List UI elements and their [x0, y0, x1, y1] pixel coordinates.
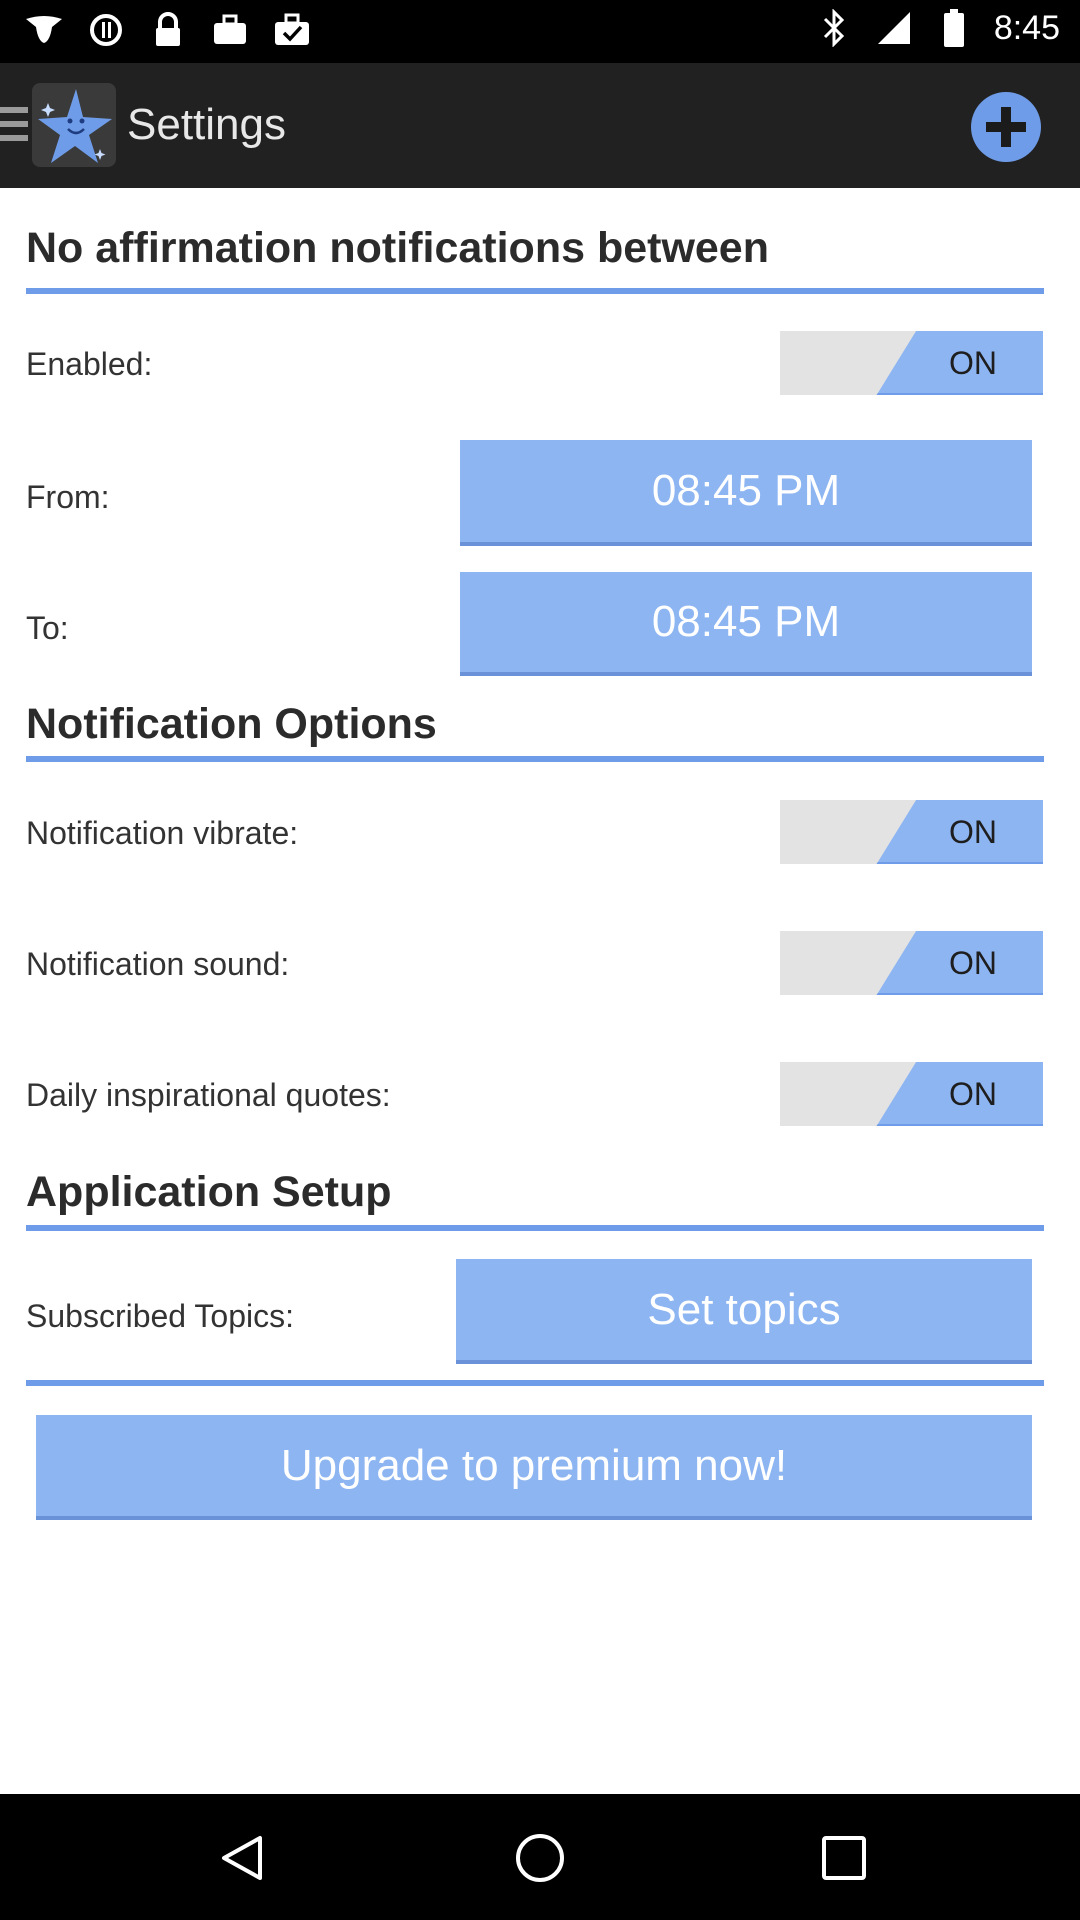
- vibrate-label: Notification vibrate:: [26, 815, 299, 851]
- back-icon[interactable]: [216, 1832, 268, 1884]
- upgrade-premium-button[interactable]: Upgrade to premium now!: [36, 1415, 1032, 1520]
- section-divider: [26, 1225, 1044, 1231]
- toggle-state: ON: [949, 813, 997, 850]
- home-icon[interactable]: [514, 1832, 566, 1884]
- topics-label: Subscribed Topics:: [26, 1298, 294, 1334]
- toggle-state: ON: [949, 944, 997, 981]
- recents-icon[interactable]: [818, 1832, 870, 1884]
- to-time-button[interactable]: 08:45 PM: [460, 572, 1032, 676]
- section-divider: [26, 756, 1044, 762]
- toggle-state: ON: [949, 1075, 997, 1112]
- quotes-toggle[interactable]: ON: [780, 1062, 1043, 1126]
- lock-icon: [148, 10, 188, 50]
- add-button[interactable]: [970, 91, 1042, 163]
- sync-icon: [86, 10, 126, 50]
- section-divider: [26, 1380, 1044, 1386]
- battery-icon: [934, 8, 974, 48]
- to-label: To:: [26, 610, 69, 646]
- enabled-toggle[interactable]: ON: [780, 331, 1043, 395]
- enabled-label: Enabled:: [26, 346, 153, 382]
- quotes-label: Daily inspirational quotes:: [26, 1077, 391, 1113]
- navigation-bar: [0, 1794, 1080, 1920]
- toggle-state: ON: [949, 344, 997, 381]
- set-topics-button[interactable]: Set topics: [456, 1259, 1032, 1364]
- from-time-button[interactable]: 08:45 PM: [460, 440, 1032, 546]
- from-label: From:: [26, 479, 110, 515]
- star-logo-icon[interactable]: [32, 83, 116, 167]
- page-title: Settings: [127, 100, 286, 149]
- signal-icon: [874, 8, 914, 48]
- notification-icon: [24, 10, 64, 50]
- menu-icon[interactable]: [0, 107, 28, 143]
- vibrate-toggle[interactable]: ON: [780, 800, 1043, 864]
- section-divider: [26, 288, 1044, 294]
- briefcase-check-icon: [272, 10, 312, 50]
- section-title-application-setup: Application Setup: [26, 1168, 392, 1216]
- sound-toggle[interactable]: ON: [780, 931, 1043, 995]
- section-title-notification-options: Notification Options: [26, 700, 437, 748]
- action-bar: Settings: [0, 63, 1080, 188]
- status-time: 8:45: [993, 8, 1060, 47]
- sound-label: Notification sound:: [26, 946, 290, 982]
- status-bar: 8:45: [0, 0, 1080, 63]
- briefcase-icon: [210, 10, 250, 50]
- bluetooth-icon: [814, 8, 854, 48]
- section-title-quiet-hours: No affirmation notifications between: [26, 224, 769, 272]
